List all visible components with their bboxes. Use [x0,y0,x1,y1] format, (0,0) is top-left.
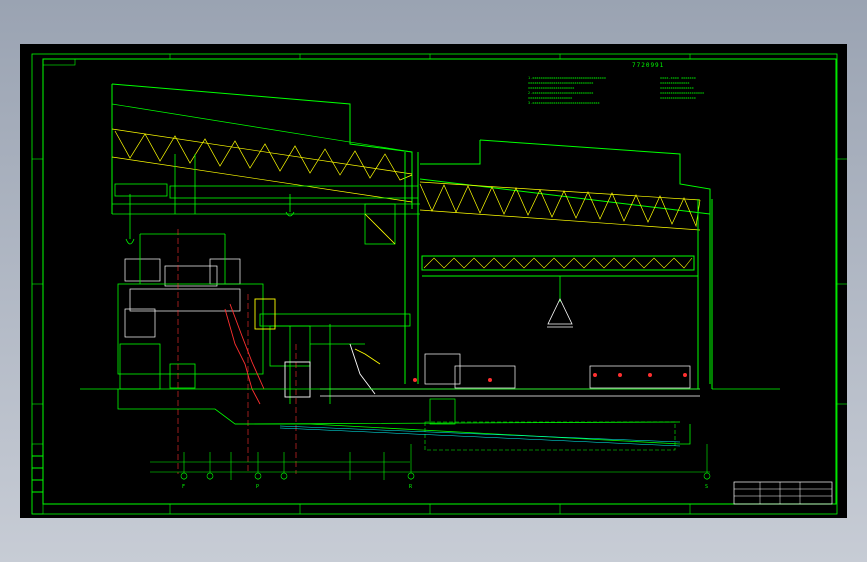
axis-bubbles [180,472,711,480]
grid-label: P [256,484,260,490]
axis-label-row: F P R S [178,484,718,494]
hatched-slab [279,425,681,447]
notes-right: xxxx-xxxx xxxxxxx xxxxxxxxxxxxxx xxxxxxx… [660,76,750,101]
roller-marks [413,373,687,382]
structure-left [117,233,411,404]
drawing-number: 7720991 [632,62,665,69]
grid-label: F [182,484,186,490]
crane-beam-left [112,154,420,245]
cad-drawing [31,53,847,515]
notes-left: 1.xxxxxxxxxxxxxxxxxxxxxxxxxxxxxxxxxxx xx… [528,76,658,106]
columns [404,152,713,389]
note-line: 3.xxxxxxxxxxxxxxxxxxxxxxxxxxxxxxxx [528,101,600,105]
grid-label: R [409,484,413,490]
grid-label: S [705,484,709,490]
cad-viewport[interactable]: 7720991 1.xxxxxxxxxxxxxxxxxxxxxxxxxxxxxx… [20,44,847,518]
note-line: xxxxxxxxxxxxxxxxx [660,96,696,100]
truss-left [111,128,413,203]
equipment-left [124,258,241,338]
roof-right [419,139,711,384]
truss-right [419,181,701,231]
dimension-line [150,444,710,480]
